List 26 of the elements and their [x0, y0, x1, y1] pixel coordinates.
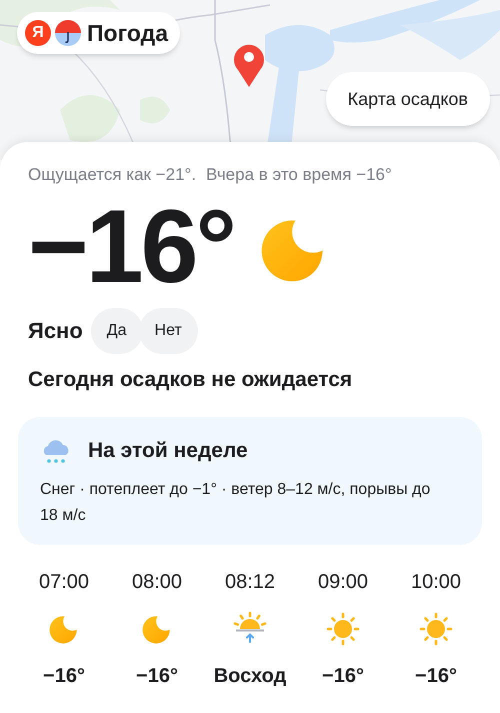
umbrella-icon: [55, 20, 81, 46]
hour-value: −16°: [43, 664, 85, 689]
hour-time: 09:00: [318, 570, 368, 595]
yesterday-text: Вчера в это время −16°: [206, 164, 392, 186]
logo-badge[interactable]: Я Погода: [17, 12, 180, 54]
feels-like-text: Ощущается как −21°.: [28, 164, 196, 186]
week-title: На этой неделе: [88, 438, 248, 464]
hour-time: 10:00: [410, 570, 462, 595]
feedback-button[interactable]: Да: [90, 308, 143, 354]
hour-time: 08:00: [132, 570, 182, 595]
current-temperature: −16°: [28, 192, 234, 302]
condition-text: Ясно: [28, 317, 83, 345]
precipitation-text: Сегодня осадков не ожидается: [28, 366, 354, 392]
hour-value: −16°: [415, 664, 457, 689]
week-description: Снег · потеплеет до −1° · ветер 8–12 м/с, порывы до 18 м/с: [40, 480, 432, 526]
hour-value: Восход: [214, 664, 286, 689]
hour-time: 08:12: [224, 570, 276, 595]
hour-value: −16°: [136, 664, 178, 689]
app-name: Погода: [87, 18, 170, 48]
week-summary-card[interactable]: На этой неделе Снег · потеплеет до −1° · ветер 8–12 м/с, порывы до 18 м/с: [18, 417, 482, 545]
hour-time: 07:00: [38, 570, 90, 595]
logo-letter: Я: [25, 20, 51, 46]
precipitation-map-button[interactable]: Карта осадков: [326, 72, 490, 126]
feedback-button[interactable]: Нет: [138, 308, 198, 354]
location-pin-icon: [232, 42, 266, 88]
hour-value: −16°: [322, 664, 364, 689]
